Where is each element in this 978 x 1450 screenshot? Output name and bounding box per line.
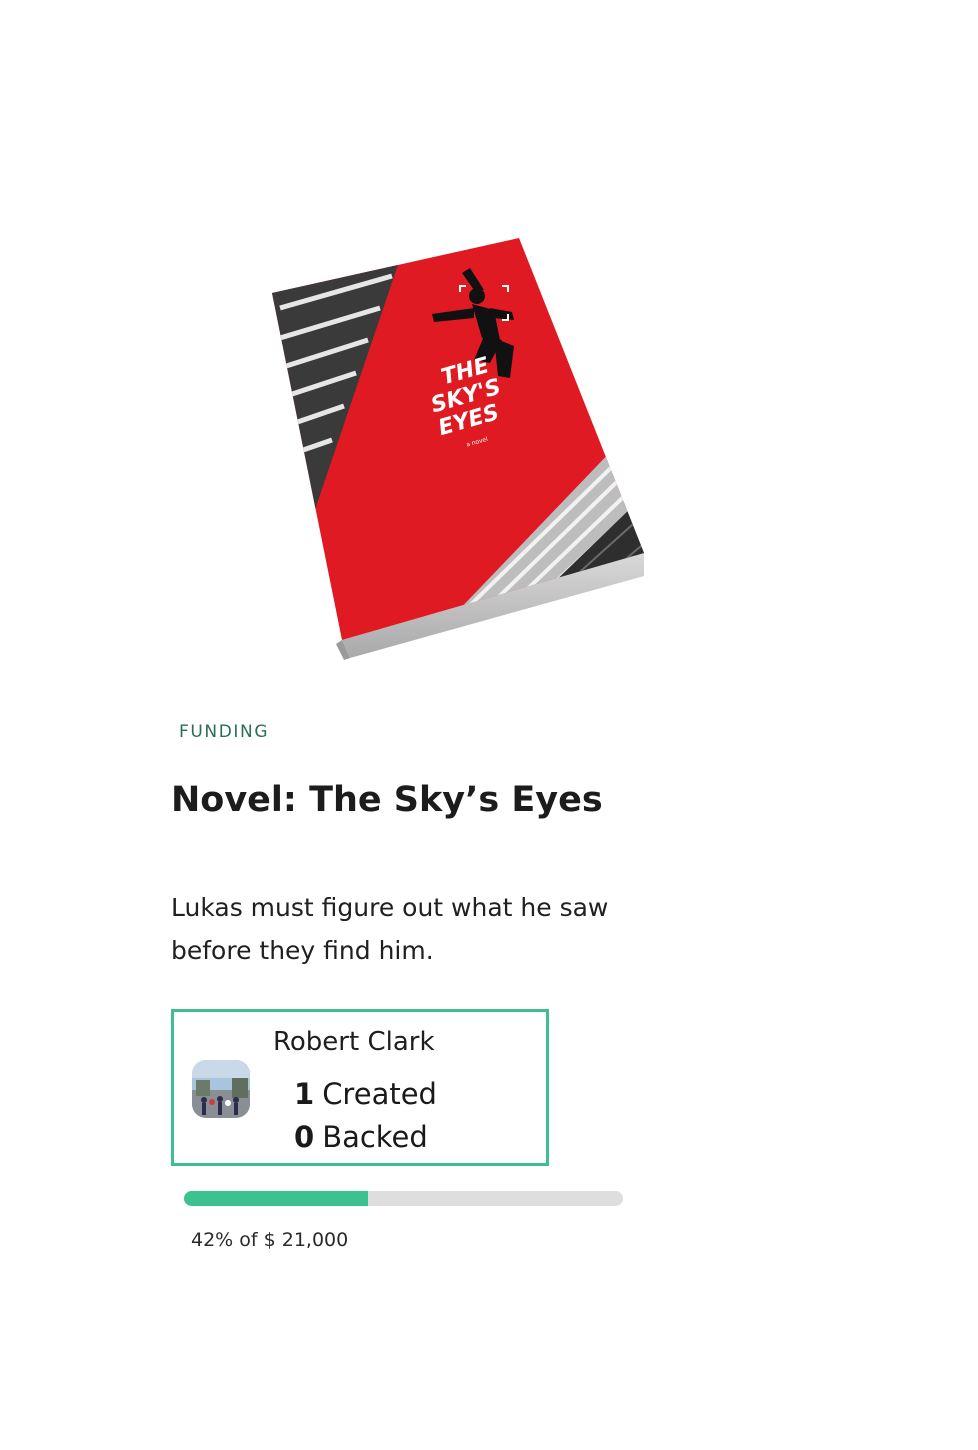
creator-name[interactable]: Robert Clark (273, 1027, 435, 1057)
created-label: Created (322, 1077, 437, 1111)
created-count: 1 Created (294, 1077, 437, 1111)
backed-count: 0 Backed (294, 1120, 428, 1154)
funding-progress-text: 42% of $ 21,000 (191, 1229, 349, 1251)
project-title[interactable]: Novel: The Sky’s Eyes (171, 780, 603, 820)
funding-progress-fill (184, 1191, 369, 1206)
backed-label: Backed (322, 1120, 428, 1154)
funding-progress-bar (184, 1191, 623, 1206)
project-category-label: FUNDING (179, 722, 270, 742)
created-number: 1 (294, 1077, 315, 1111)
creator-avatar[interactable] (192, 1060, 250, 1118)
book-cover-image: THE SKY'S EYES a novel (262, 228, 662, 673)
project-description: Lukas must figure out what he saw before… (171, 893, 609, 965)
backed-number: 0 (294, 1120, 315, 1154)
creator-card[interactable]: Robert Clark 1 Created 0 Backed (171, 1009, 549, 1166)
